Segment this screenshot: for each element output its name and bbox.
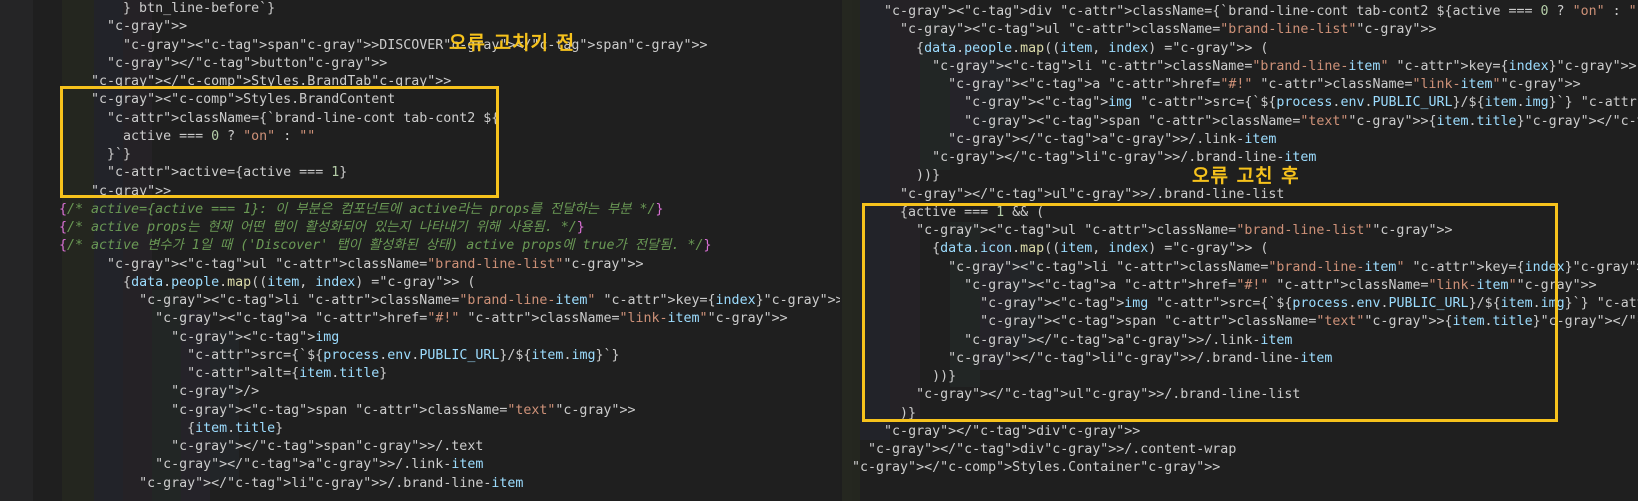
left-editor-pane[interactable]: } btn_line-before`} "c-gray">> "c-gray">… xyxy=(0,0,840,501)
right-code-line: "c-gray"><"c-tag">ul "c-attr">className=… xyxy=(900,22,1437,38)
right-editor-pane[interactable]: "c-gray"><"c-tag">div "c-attr">className… xyxy=(842,0,1638,501)
left-code-line: {/* active 변수가 1일 때 ('Discover' 탭이 활성화된 … xyxy=(59,238,712,254)
right-code-line: "c-gray"></"c-tag">a"c-gray">>/.link-ite… xyxy=(948,131,1277,147)
right-code-line: "c-gray"><"c-tag">div "c-attr">className… xyxy=(884,4,1638,19)
left-code-line: } btn_line-before`} xyxy=(59,1,276,16)
left-code-line: "c-gray"><"c-tag">span"c-gray">>DISCOVER… xyxy=(123,37,708,53)
left-code-line: "c-gray"><"c-tag">a "c-attr">href="#!" "… xyxy=(155,311,788,327)
annotation-label-after: 오류 고친 후 xyxy=(1192,165,1300,187)
right-code-line: "c-gray"></"c-tag">div"c-gray">>/.conten… xyxy=(868,442,1237,457)
right-code-line: "c-gray"><"c-tag">a "c-attr">href="#!" "… xyxy=(948,77,1581,92)
annotation-box-before xyxy=(60,86,499,198)
left-code-line: "c-gray"><"c-tag">span "c-attr">classNam… xyxy=(171,402,636,418)
right-code-line: "c-gray"><"c-tag">img "c-attr">src={`${p… xyxy=(964,95,1638,111)
left-code-line: {/* active props는 현재 어떤 탭이 활성화되어 있는지 나타내… xyxy=(59,220,585,235)
left-code-line: {item.title} xyxy=(59,420,284,436)
right-code-line: "c-gray"><"c-tag">li "c-attr">className=… xyxy=(932,58,1637,74)
left-code-line: "c-gray">> xyxy=(107,19,188,35)
annotation-label-before: 오류 고치기 전 xyxy=(449,32,576,54)
left-code-line: "c-attr">alt={item.title} xyxy=(187,366,388,381)
right-code-line: ))} xyxy=(842,168,941,184)
left-code-line: "c-gray"></"c-tag">span"c-gray">>/.text xyxy=(171,439,484,454)
right-code-line: "c-gray"></"c-comp">Styles.Container"c-g… xyxy=(852,460,1221,476)
right-code-line: {data.people.map((item, index) ="c-gray"… xyxy=(842,40,1269,56)
left-code-line: "c-gray"><"c-tag">img xyxy=(171,329,340,345)
left-code-line: "c-gray"></"c-tag">a"c-gray">>/.link-ite… xyxy=(155,457,484,473)
left-code-line: "c-attr">src={`${process.env.PUBLIC_URL}… xyxy=(187,347,620,363)
left-code-line: "c-gray"><"c-tag">ul "c-attr">className=… xyxy=(107,256,644,272)
annotation-box-after xyxy=(862,203,1558,422)
left-code-line: "c-gray"><"c-tag">li "c-attr">className=… xyxy=(139,293,840,308)
left-code-line: "c-gray">/> xyxy=(171,384,260,400)
left-code-line: "c-gray"></"c-tag">button"c-gray">> xyxy=(107,55,388,71)
right-code-line: "c-gray"><"c-tag">span "c-attr">classNam… xyxy=(964,113,1638,129)
right-code-line: "c-gray"></"c-tag">div"c-gray">> xyxy=(884,423,1141,439)
left-code-line: {data.people.map((item, index) ="c-gray"… xyxy=(59,274,476,290)
left-code-line: {/* active={active === 1}: 이 부분은 컴포넌트에 a… xyxy=(59,201,664,217)
left-code-line: "c-gray"></"c-tag">li"c-gray">>/.brand-l… xyxy=(139,475,524,491)
